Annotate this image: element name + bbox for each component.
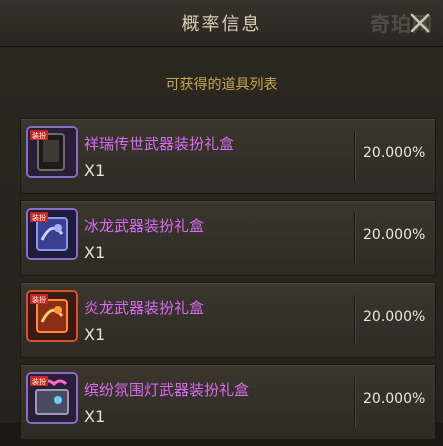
item-quantity: X1 bbox=[84, 243, 106, 262]
divider bbox=[354, 213, 355, 263]
svg-text:装扮: 装扮 bbox=[32, 377, 46, 386]
item-probability: 20.000% bbox=[363, 391, 426, 407]
item-name: 炎龙武器装扮礼盒 bbox=[84, 299, 205, 317]
divider bbox=[354, 295, 355, 345]
item-list: 装扮 祥瑞传世武器装扮礼盒 X1 20.000% 装扮 冰龙武器装扮礼盒 X1 … bbox=[20, 118, 436, 446]
item-probability: 20.000% bbox=[363, 145, 426, 161]
watermark: 奇珀网 bbox=[370, 12, 433, 36]
purple-weapon-box-icon[interactable]: 装扮 bbox=[26, 126, 78, 178]
item-quantity: X1 bbox=[84, 407, 106, 426]
item-name: 冰龙武器装扮礼盒 bbox=[84, 217, 205, 235]
item-quantity: X1 bbox=[84, 325, 106, 344]
svg-text:装扮: 装扮 bbox=[32, 295, 46, 304]
svg-text:装扮: 装扮 bbox=[32, 213, 46, 222]
divider bbox=[354, 377, 355, 427]
item-name: 缤纷氛围灯武器装扮礼盒 bbox=[84, 381, 250, 399]
item-quantity: X1 bbox=[84, 161, 106, 180]
ice-dragon-box-icon[interactable]: 装扮 bbox=[26, 208, 78, 260]
list-item[interactable]: 装扮 缤纷氛围灯武器装扮礼盒 X1 20.000% bbox=[20, 364, 436, 440]
item-probability: 20.000% bbox=[363, 227, 426, 243]
fire-dragon-box-icon[interactable]: 装扮 bbox=[26, 290, 78, 342]
list-item[interactable]: 装扮 炎龙武器装扮礼盒 X1 20.000% bbox=[20, 282, 436, 358]
divider bbox=[354, 131, 355, 181]
svg-text:装扮: 装扮 bbox=[32, 131, 46, 140]
probability-dialog: 概率信息 奇珀网 奇珀网 奇珀网 奇珀网 可获得的道具列表 装扮 祥瑞传 bbox=[0, 0, 443, 440]
item-name: 祥瑞传世武器装扮礼盒 bbox=[84, 135, 235, 153]
list-item[interactable]: 装扮 冰龙武器装扮礼盒 X1 20.000% bbox=[20, 200, 436, 276]
list-subtitle: 可获得的道具列表 bbox=[165, 77, 278, 93]
item-probability: 20.000% bbox=[363, 309, 426, 325]
list-item[interactable]: 装扮 祥瑞传世武器装扮礼盒 X1 20.000% bbox=[20, 118, 436, 194]
colorful-light-box-icon[interactable]: 装扮 bbox=[26, 372, 78, 424]
